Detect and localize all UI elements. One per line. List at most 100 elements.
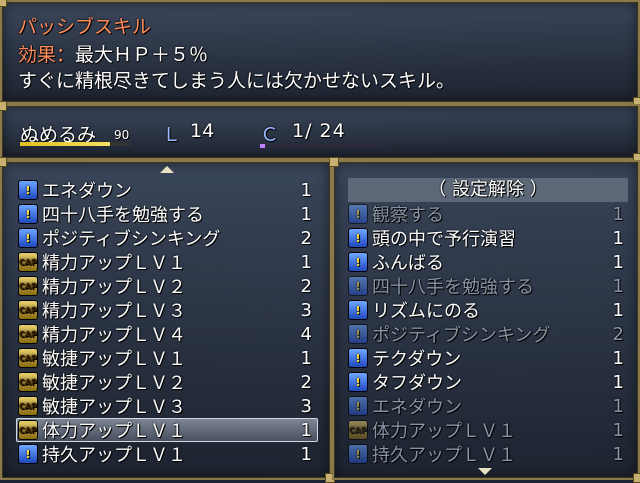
skill-cost: 2: [300, 371, 312, 393]
skill-cost: 1: [300, 347, 312, 369]
skill-effect: 効果：最大ＨＰ＋５％: [18, 40, 208, 67]
skill-name: 観察する: [372, 205, 444, 226]
owned-skill-row[interactable]: CAP 敏捷アップＬＶ１ 1: [18, 346, 312, 370]
blue-skill-icon: !: [18, 204, 38, 224]
skill-type-title: パッシブスキル: [18, 16, 152, 38]
equipped-skill-row[interactable]: CAP 体力アップＬＶ１ 1: [348, 418, 624, 442]
skill-cost: 1: [612, 347, 624, 369]
owned-skill-row[interactable]: CAP 精力アップＬＶ４ 4: [18, 322, 312, 346]
owned-skill-row[interactable]: ! 四十八手を勉強する 1: [18, 202, 312, 226]
level-value: 14: [190, 120, 215, 142]
skill-name: 敏捷アップＬＶ３: [42, 397, 186, 418]
skill-cost: 1: [612, 443, 624, 465]
blue-skill-icon: !: [348, 372, 368, 392]
blue-skill-icon: !: [348, 276, 368, 296]
capacity-gauge-fill: [260, 144, 265, 148]
blue-skill-icon: !: [348, 300, 368, 320]
owned-skill-row[interactable]: CAP 体力アップＬＶ１ 1: [18, 418, 312, 442]
skill-name: 敏捷アップＬＶ２: [42, 373, 186, 394]
equipped-skill-row[interactable]: ! 四十八手を勉強する 1: [348, 274, 624, 298]
skill-name: エネダウン: [372, 397, 462, 418]
equipped-skill-row[interactable]: ! 持久アップＬＶ１ 1: [348, 442, 624, 466]
equipped-skill-row[interactable]: ! エネダウン 1: [348, 394, 624, 418]
hp-gauge: [20, 142, 130, 146]
skill-cost: 1: [612, 203, 624, 225]
equipped-skill-row[interactable]: ! 頭の中で予行演習 1: [348, 226, 624, 250]
skill-cost: 1: [612, 251, 624, 273]
owned-skill-row[interactable]: CAP 精力アップＬＶ２ 2: [18, 274, 312, 298]
skill-cost: 1: [300, 203, 312, 225]
skill-name: 体力アップＬＶ１: [42, 421, 186, 442]
skill-name: 精力アップＬＶ３: [42, 301, 186, 322]
owned-skill-list: ! エネダウン 1! 四十八手を勉強する 1! ポジティブシンキング 2 CAP 精力アップＬＶ…: [0, 157, 335, 483]
skill-cost: 1: [612, 299, 624, 321]
gold-skill-icon: CAP: [18, 324, 38, 344]
owned-skill-row[interactable]: CAP 敏捷アップＬＶ３ 3: [18, 394, 312, 418]
owned-skill-row[interactable]: ! エネダウン 1: [18, 178, 312, 202]
skill-cost: 1: [612, 275, 624, 297]
blue-skill-icon: !: [18, 444, 38, 464]
equipped-skill-row[interactable]: ! ポジティブシンキング 2: [348, 322, 624, 346]
skill-cost: 1: [612, 371, 624, 393]
skill-cost: 2: [300, 227, 312, 249]
skill-name: 頭の中で予行演習: [372, 229, 516, 250]
unequip-option[interactable]: （ 設定解除 ）: [348, 178, 628, 202]
gold-skill-icon: CAP: [348, 420, 368, 440]
status-window: ぬめるみ 90 Ｌ 14 Ｃ 1/ 24: [0, 101, 640, 163]
capacity-gauge: [260, 144, 378, 148]
skill-cost: 2: [300, 275, 312, 297]
hp-gauge-fill: [20, 142, 111, 146]
skill-description: すぐに精根尽きてしまう人には欠かせないスキル。: [18, 70, 456, 92]
owned-skill-row[interactable]: ! ポジティブシンキング 2: [18, 226, 312, 250]
skill-name: リズムにのる: [372, 301, 480, 322]
skill-name: 持久アップＬＶ１: [372, 445, 516, 466]
skill-name: 精力アップＬＶ４: [42, 325, 186, 346]
skill-name: 精力アップＬＶ２: [42, 277, 186, 298]
scroll-up-arrow-icon[interactable]: [160, 166, 174, 173]
skill-cost: 4: [300, 323, 312, 345]
skill-cost: 1: [300, 443, 312, 465]
skill-cost: 1: [300, 251, 312, 273]
equipped-skill-row[interactable]: ! リズムにのる 1: [348, 298, 624, 322]
equipped-skill-row[interactable]: ! タフダウン 1: [348, 370, 624, 394]
blue-skill-icon: !: [348, 348, 368, 368]
skill-cost: 3: [300, 299, 312, 321]
skill-name: ふんばる: [372, 253, 444, 274]
effect-label: 効果：: [18, 44, 76, 66]
scroll-down-arrow-icon[interactable]: [478, 468, 492, 475]
owned-skill-row[interactable]: CAP 敏捷アップＬＶ２ 2: [18, 370, 312, 394]
level-label: Ｌ: [162, 124, 182, 146]
gold-skill-icon: CAP: [18, 252, 38, 272]
skill-name: ポジティブシンキング: [42, 229, 221, 250]
skill-cost: 1: [300, 419, 312, 441]
gold-skill-icon: CAP: [18, 396, 38, 416]
equipped-skill-row[interactable]: ! 観察する 1: [348, 202, 624, 226]
gold-skill-icon: CAP: [18, 372, 38, 392]
skill-cost: 3: [300, 395, 312, 417]
skill-cost: 1: [300, 179, 312, 201]
skill-name: 精力アップＬＶ１: [42, 253, 186, 274]
equipped-skill-list: （ 設定解除 ） ! 観察する 1! 頭の中で予行演習 1! ふんばる 1! 四十八手を勉強す…: [329, 157, 640, 483]
blue-skill-icon: !: [348, 444, 368, 464]
gold-skill-icon: CAP: [18, 276, 38, 296]
blue-skill-icon: !: [348, 228, 368, 248]
owned-skill-row[interactable]: ! 持久アップＬＶ１ 1: [18, 442, 312, 466]
gold-skill-icon: CAP: [18, 420, 38, 440]
blue-skill-icon: !: [18, 228, 38, 248]
blue-skill-icon: !: [348, 204, 368, 224]
equipped-skill-row[interactable]: ! テクダウン 1: [348, 346, 624, 370]
skill-name: タフダウン: [372, 373, 462, 394]
equipped-skill-row[interactable]: ! ふんばる 1: [348, 250, 624, 274]
skill-name: テクダウン: [372, 349, 462, 370]
help-window: パッシブスキル 効果：最大ＨＰ＋５％ すぐに精根尽きてしまう人には欠かせないスキ…: [0, 0, 640, 107]
capacity-label: Ｃ: [260, 124, 280, 146]
owned-skill-row[interactable]: CAP 精力アップＬＶ３ 3: [18, 298, 312, 322]
gold-skill-icon: CAP: [18, 300, 38, 320]
skill-cost: 1: [612, 419, 624, 441]
skill-name: ポジティブシンキング: [372, 325, 551, 346]
capacity-value: 1/ 24: [292, 120, 346, 142]
owned-skill-row[interactable]: CAP 精力アップＬＶ１ 1: [18, 250, 312, 274]
skill-cost: 1: [612, 395, 624, 417]
skill-name: 敏捷アップＬＶ１: [42, 349, 186, 370]
blue-skill-icon: !: [348, 396, 368, 416]
